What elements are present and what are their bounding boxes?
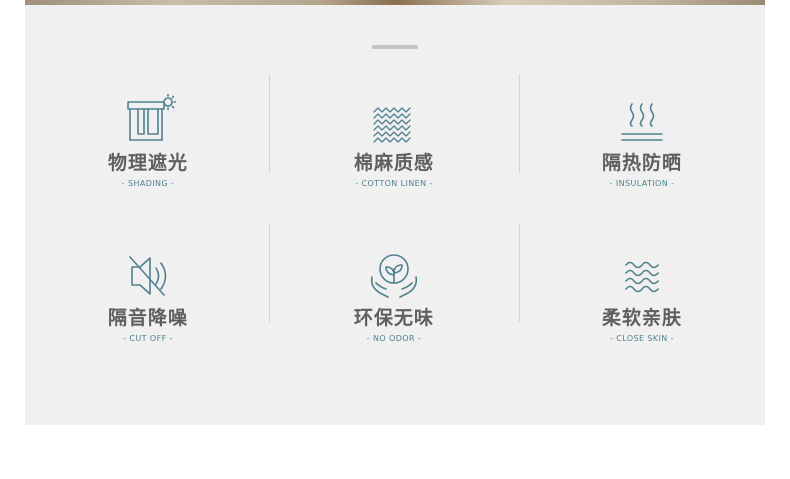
feature-title: 柔软亲肤 <box>601 307 682 329</box>
feature-title: 物理遮光 <box>107 152 188 174</box>
sprout-hands-icon <box>370 254 418 298</box>
speaker-mute-icon <box>129 256 167 296</box>
feature-no-odor: 环保无味 - NO ODOR - <box>314 249 474 344</box>
feature-subtitle: - CUT OFF - <box>123 334 173 343</box>
divider <box>519 224 520 322</box>
feature-subtitle: - INSULATION - <box>609 179 675 188</box>
feature-subtitle: - NO ODOR - <box>366 334 422 343</box>
feature-insulation: 隔热防晒 - INSULATION - <box>562 94 722 189</box>
divider <box>269 224 270 322</box>
feature-subtitle: - CLOSE SKIN - <box>610 334 674 343</box>
soft-waves-icon <box>625 261 659 293</box>
curtain-sun-icon <box>127 94 177 141</box>
drag-handle <box>372 45 418 49</box>
features-panel <box>25 5 765 425</box>
heat-waves-icon <box>621 103 663 141</box>
feature-title: 环保无味 <box>353 307 434 329</box>
feature-subtitle: - SHADING - <box>121 179 175 188</box>
feature-shading: 物理遮光 - SHADING - <box>68 94 228 189</box>
divider <box>519 74 520 172</box>
feature-cotton-linen: 棉麻质感 - COTTON LINEN - <box>314 94 474 189</box>
divider <box>269 74 270 172</box>
feature-title: 隔热防晒 <box>601 152 682 174</box>
feature-cut-off: 隔音降噪 - CUT OFF - <box>68 249 228 344</box>
feature-title: 隔音降噪 <box>107 307 188 329</box>
weave-texture-icon <box>373 107 411 143</box>
feature-close-skin: 柔软亲肤 - CLOSE SKIN - <box>562 249 722 344</box>
feature-title: 棉麻质感 <box>353 152 434 174</box>
feature-subtitle: - COTTON LINEN - <box>355 179 433 188</box>
